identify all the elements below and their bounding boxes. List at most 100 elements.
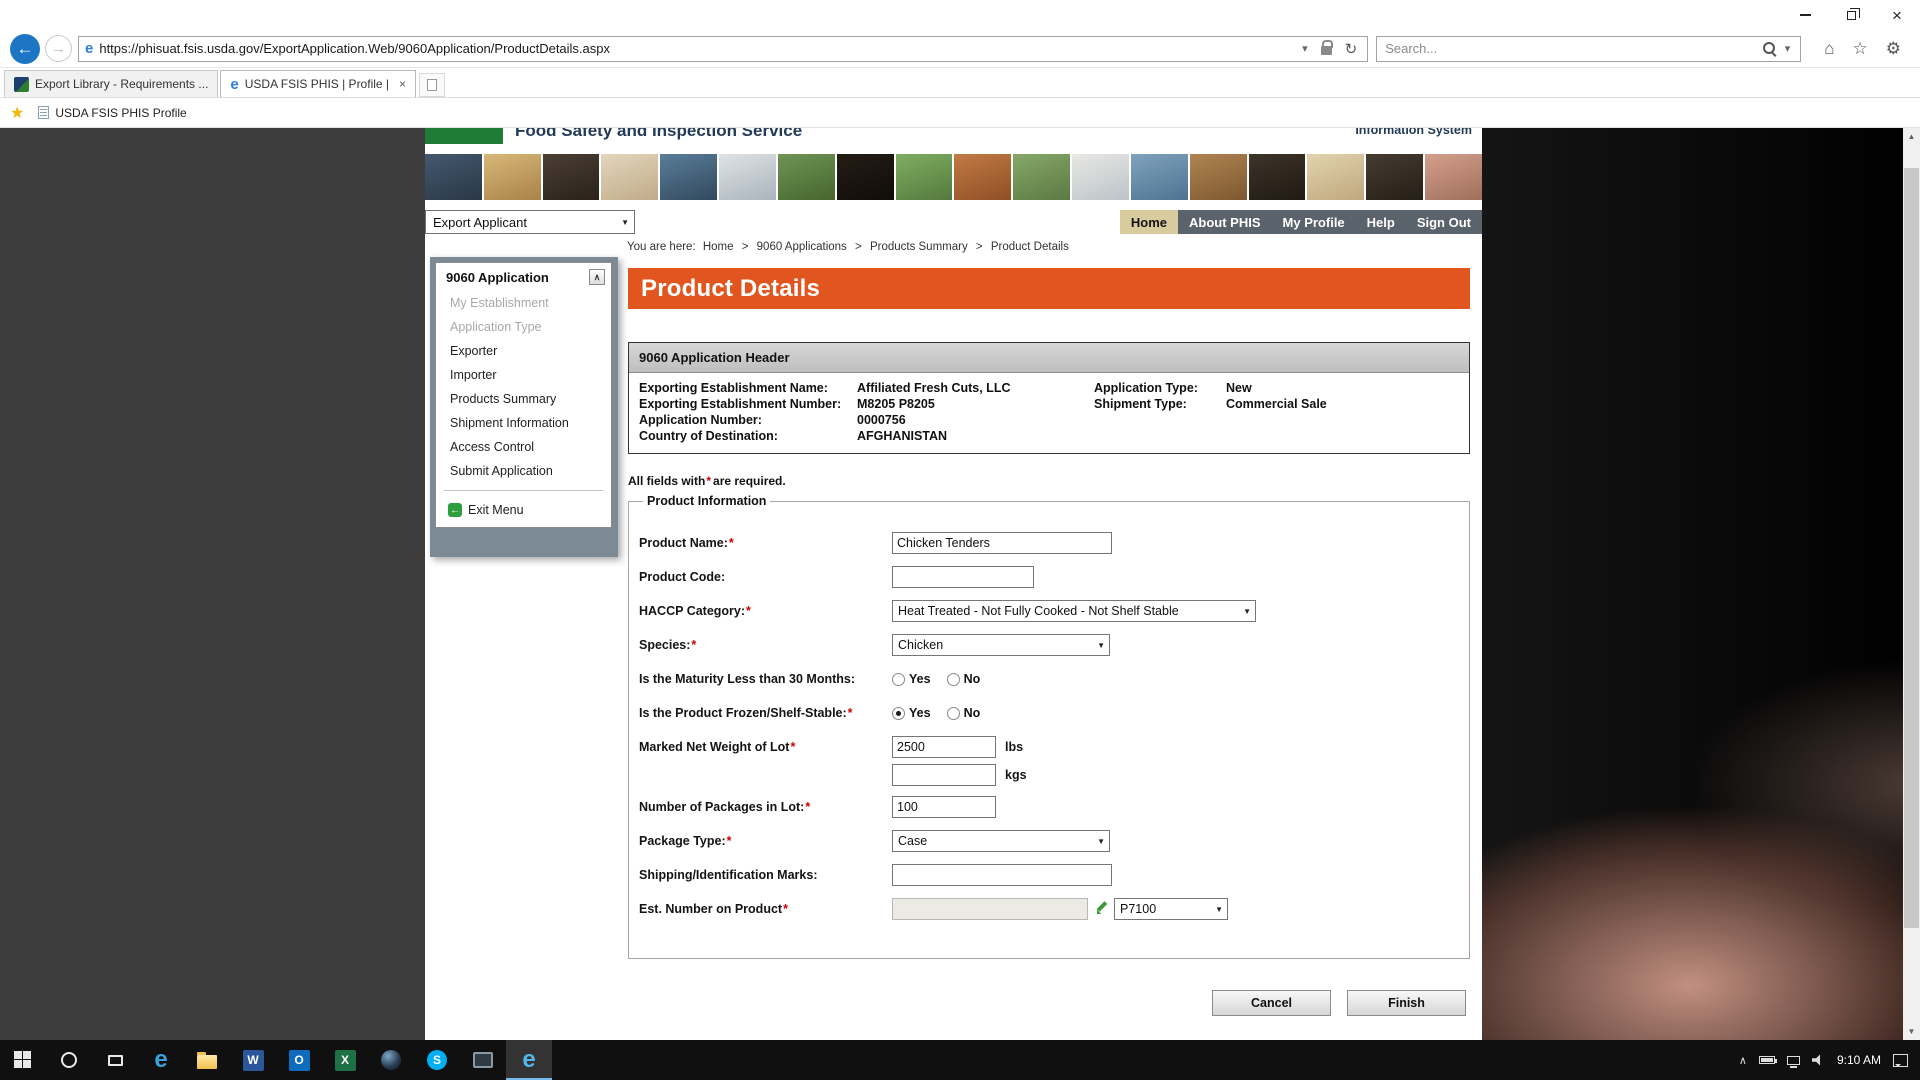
est-number-select[interactable]: P7100 ▼: [1114, 898, 1228, 920]
settings-gear-icon[interactable]: ⚙: [1877, 39, 1910, 59]
window-titlebar: ×: [0, 0, 1920, 30]
vertical-scrollbar[interactable]: ▲ ▼: [1903, 128, 1920, 1040]
file-explorer-icon: [197, 1055, 217, 1069]
tab-usda-fsis-phis[interactable]: e USDA FSIS PHIS | Profile | ×: [220, 70, 416, 97]
menu-help[interactable]: Help: [1356, 210, 1406, 234]
tab-export-library[interactable]: Export Library - Requirements ...: [4, 70, 218, 97]
packages-in-lot-input[interactable]: [892, 796, 996, 818]
taskbar-edge[interactable]: e: [138, 1040, 184, 1080]
menu-sign-out[interactable]: Sign Out: [1406, 210, 1482, 234]
required-asterisk: *: [783, 902, 788, 916]
sidebar-item-exit-menu[interactable]: ← Exit Menu: [436, 498, 611, 527]
edit-pencil-icon[interactable]: [1093, 900, 1109, 918]
taskbar-skype[interactable]: S: [414, 1040, 460, 1080]
frozen-shelf-stable-row: Is the Product Frozen/Shelf-Stable:* Yes…: [639, 702, 1469, 724]
sidebar-item-exporter[interactable]: Exporter: [436, 339, 611, 363]
new-tab-button[interactable]: [419, 73, 445, 97]
net-weight-lbs-input[interactable]: [892, 736, 996, 758]
main-content: Product Details 9060 Application Header …: [628, 268, 1470, 1016]
sidebar-item-submit-application[interactable]: Submit Application: [436, 459, 611, 483]
search-caret-icon[interactable]: ▾: [1779, 42, 1797, 55]
window-restore-button[interactable]: [1828, 0, 1874, 30]
required-asterisk: *: [848, 706, 853, 720]
required-asterisk: *: [691, 638, 696, 652]
finish-button[interactable]: Finish: [1347, 990, 1466, 1016]
search-input[interactable]: [1385, 41, 1759, 56]
applicant-role-select[interactable]: Export Applicant ▼: [425, 210, 635, 234]
search-icon[interactable]: [1762, 41, 1777, 56]
tray-chevron-icon[interactable]: ∧: [1739, 1054, 1747, 1067]
word-icon: W: [243, 1050, 264, 1071]
favorites-star-icon[interactable]: ☆: [1844, 39, 1877, 59]
field-label: Species:*: [639, 638, 892, 653]
breadcrumb-separator: >: [742, 241, 749, 253]
tab-label: USDA FSIS PHIS | Profile |: [245, 77, 389, 91]
maturity-no-radio[interactable]: [947, 673, 960, 686]
banner-photo: [425, 154, 482, 200]
frozen-no-radio[interactable]: [947, 707, 960, 720]
taskbar-app-window[interactable]: [460, 1040, 506, 1080]
action-center-icon[interactable]: [1893, 1054, 1908, 1067]
taskbar-outlook[interactable]: O: [276, 1040, 322, 1080]
product-code-input[interactable]: [892, 566, 1034, 588]
browser-back-button[interactable]: ←: [10, 34, 40, 64]
taskbar-file-explorer[interactable]: [184, 1040, 230, 1080]
haccp-category-select[interactable]: Heat Treated - Not Fully Cooked - Not Sh…: [892, 600, 1256, 622]
taskbar-internet-explorer[interactable]: e: [506, 1040, 552, 1080]
cortana-button[interactable]: [46, 1040, 92, 1080]
scroll-up-button[interactable]: ▲: [1903, 128, 1920, 145]
window-minimize-button[interactable]: [1782, 0, 1828, 30]
tab-close-icon[interactable]: ×: [399, 77, 406, 91]
url-input[interactable]: [99, 41, 1296, 56]
favorites-bar-star-icon[interactable]: ★: [10, 103, 24, 123]
battery-icon[interactable]: [1759, 1056, 1775, 1064]
menu-my-profile[interactable]: My Profile: [1272, 210, 1356, 234]
home-icon[interactable]: ⌂: [1815, 39, 1843, 59]
start-button[interactable]: [0, 1040, 46, 1080]
refresh-icon[interactable]: ↻: [1339, 40, 1364, 58]
product-code-row: Product Code:: [639, 566, 1469, 588]
sidebar-item-access-control[interactable]: Access Control: [436, 435, 611, 459]
label-text: Package Type:: [639, 834, 726, 848]
taskbar-word[interactable]: W: [230, 1040, 276, 1080]
breadcrumb-9060-applications[interactable]: 9060 Applications: [757, 241, 847, 253]
network-icon[interactable]: [1787, 1056, 1800, 1065]
banner-photo: [660, 154, 717, 200]
net-weight-kgs-input[interactable]: [892, 764, 996, 786]
shipping-marks-input[interactable]: [892, 864, 1112, 886]
species-select[interactable]: Chicken ▼: [892, 634, 1110, 656]
product-name-input[interactable]: [892, 532, 1112, 554]
task-view-button[interactable]: [92, 1040, 138, 1080]
banner-right-text: Information System: [1355, 128, 1472, 137]
sidebar-item-importer[interactable]: Importer: [436, 363, 611, 387]
menu-about-phis[interactable]: About PHIS: [1178, 210, 1272, 234]
cancel-button[interactable]: Cancel: [1212, 990, 1331, 1016]
application-header-box: 9060 Application Header Exporting Establ…: [628, 342, 1470, 454]
volume-icon[interactable]: [1812, 1054, 1825, 1066]
label-text: Number of Packages in Lot:: [639, 800, 804, 814]
scrollbar-thumb[interactable]: [1904, 168, 1919, 928]
required-note-pre: All fields with: [628, 474, 705, 488]
breadcrumb-home[interactable]: Home: [703, 241, 734, 253]
label-text: Product Code:: [639, 570, 725, 584]
menu-home[interactable]: Home: [1120, 210, 1178, 234]
window-close-button[interactable]: ×: [1874, 0, 1920, 30]
exit-arrow-icon: ←: [448, 503, 462, 517]
windows-logo-icon: [14, 1051, 22, 1059]
taskbar-excel[interactable]: X: [322, 1040, 368, 1080]
url-dropdown-caret-icon[interactable]: ▾: [1296, 42, 1314, 55]
maturity-yes-radio[interactable]: [892, 673, 905, 686]
frozen-yes-radio[interactable]: [892, 707, 905, 720]
browser-forward-button[interactable]: →: [45, 35, 72, 62]
taskbar-globe-app[interactable]: [368, 1040, 414, 1080]
scroll-down-button[interactable]: ▼: [1903, 1023, 1920, 1040]
favorite-usda-phis[interactable]: USDA FSIS PHIS Profile: [32, 103, 192, 123]
sidebar-item-shipment-information[interactable]: Shipment Information: [436, 411, 611, 435]
header-field: Country of Destination:AFGHANISTAN: [639, 428, 1094, 444]
breadcrumb-products-summary[interactable]: Products Summary: [870, 241, 968, 253]
collapse-menu-button[interactable]: ∧: [589, 269, 605, 285]
package-type-select[interactable]: Case ▼: [892, 830, 1110, 852]
clock[interactable]: 9:10 AM: [1837, 1053, 1881, 1067]
sidebar-item-products-summary[interactable]: Products Summary: [436, 387, 611, 411]
favorites-bar: ★ USDA FSIS PHIS Profile: [0, 98, 1920, 128]
